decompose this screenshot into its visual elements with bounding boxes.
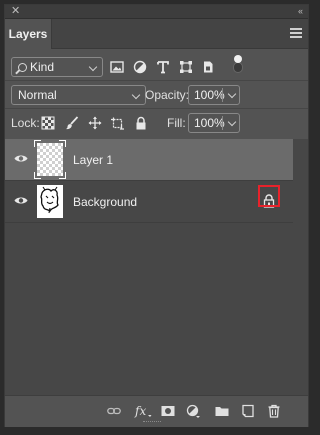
filter-kind-dropdown[interactable]: Kind <box>11 57 103 77</box>
shape-filter-icon[interactable] <box>179 60 193 74</box>
close-icon[interactable]: ✕ <box>11 5 20 18</box>
add-mask-icon[interactable] <box>161 404 175 418</box>
visibility-eye-icon[interactable] <box>14 154 28 163</box>
blend-mode-dropdown[interactable]: Normal <box>11 85 146 105</box>
divider <box>5 108 308 109</box>
opacity-field[interactable]: 100% <box>188 85 240 105</box>
layers-scrollbar[interactable] <box>298 139 308 395</box>
filter-kind-label: Kind <box>30 60 55 74</box>
filter-toggle[interactable] <box>233 55 243 73</box>
lock-icon-highlight <box>258 185 280 207</box>
new-layer-icon[interactable] <box>241 404 255 418</box>
layer-thumbnail <box>37 185 63 218</box>
smart-object-filter-icon[interactable] <box>201 60 215 74</box>
link-layers-icon[interactable] <box>107 404 121 418</box>
svg-text:fx: fx <box>134 404 146 418</box>
panel-menu-icon[interactable] <box>290 28 302 38</box>
resize-grip[interactable] <box>143 421 161 424</box>
thumbnail-selection-frame <box>34 140 66 179</box>
layer-row-background[interactable]: Background <box>5 181 293 223</box>
layer-name: Background <box>73 195 138 209</box>
opacity-label: Opacity: <box>145 88 190 102</box>
chevron-down-icon[interactable] <box>227 117 237 127</box>
visibility-eye-icon[interactable] <box>14 196 28 205</box>
fill-label: Fill: <box>167 116 186 130</box>
panel-title-bar: ✕ ‹‹ <box>5 5 308 19</box>
fx-icon[interactable]: fx <box>134 404 152 418</box>
divider <box>5 80 308 81</box>
new-adjustment-layer-icon[interactable] <box>186 404 200 418</box>
type-filter-icon[interactable] <box>156 60 170 74</box>
layers-list: Layer 1 Background <box>5 139 308 395</box>
lock-transparent-pixels-icon[interactable] <box>41 116 55 130</box>
search-icon <box>18 63 27 72</box>
chevron-down-icon <box>131 90 141 100</box>
layer-name: Layer 1 <box>73 153 114 167</box>
chevron-down-icon <box>88 62 98 72</box>
opacity-value: 100% <box>194 88 225 102</box>
blend-mode-value: Normal <box>18 88 57 102</box>
lock-all-icon[interactable] <box>134 116 148 130</box>
collapse-icon[interactable]: ‹‹ <box>298 5 303 18</box>
layer-row-layer-1[interactable]: Layer 1 <box>5 139 293 181</box>
fill-field[interactable]: 100% <box>188 113 240 133</box>
adjustment-filter-icon[interactable] <box>133 60 147 74</box>
trash-icon[interactable] <box>267 404 281 418</box>
chevron-down-icon[interactable] <box>227 89 237 99</box>
tab-layers[interactable]: Layers <box>5 19 52 49</box>
lock-label: Lock: <box>11 116 40 130</box>
new-group-icon[interactable] <box>215 404 229 418</box>
panel-tab-row: Layers <box>5 19 308 49</box>
lock-image-pixels-icon[interactable] <box>65 116 79 130</box>
prevent-auto-nesting-icon[interactable] <box>111 116 125 130</box>
layers-panel: ✕ ‹‹ Layers Kind Normal Opacity: 100% Lo… <box>4 4 309 427</box>
image-filter-icon[interactable] <box>110 60 124 74</box>
fill-value: 100% <box>194 116 225 130</box>
sketch-thumbnail-image <box>40 186 59 214</box>
lock-position-icon[interactable] <box>88 116 102 130</box>
